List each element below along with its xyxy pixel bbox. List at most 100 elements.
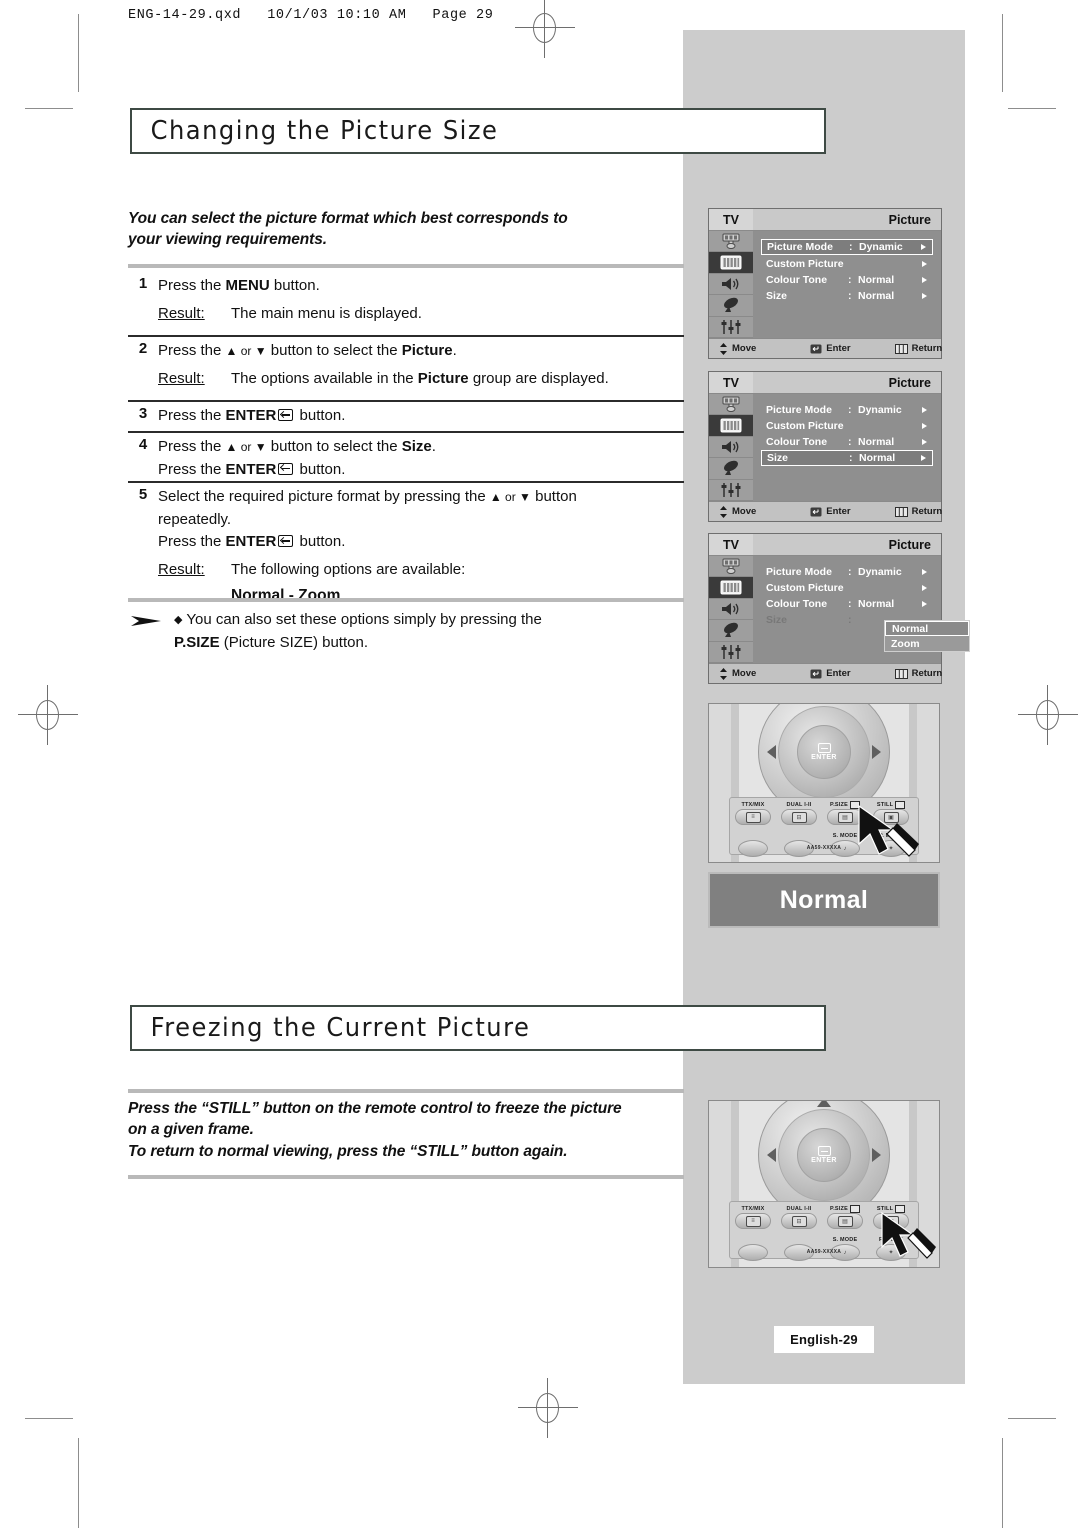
still-icon: ▣ (883, 811, 899, 823)
osd-row-colour-tone[interactable]: Colour Tone : Normal (761, 434, 933, 449)
divider-above-note (128, 598, 684, 602)
available-options: Normal - Zoom (231, 587, 341, 604)
osd-row-label: Custom Picture (766, 581, 844, 594)
dpad-right-icon[interactable] (872, 745, 881, 759)
intro-line-2: your viewing requirements. (128, 231, 327, 249)
step-text-mid: button to select the (266, 342, 402, 359)
chevron-right-icon (922, 422, 927, 429)
note-line-2: (Picture SIZE) button. (219, 633, 368, 651)
freeze-line-2: on a given frame. (128, 1121, 254, 1139)
enter-icon (817, 743, 831, 753)
osd-icon-setup[interactable] (709, 317, 753, 339)
osd-icon-input[interactable] (709, 231, 753, 253)
remote-button-pmode[interactable]: P. MODE ✦ (868, 832, 914, 857)
remote-button-pmode[interactable]: P. MODE ✦ (868, 1236, 914, 1261)
osd-row-label: Custom Picture (766, 419, 844, 432)
freeze-line-3: To return to normal viewing, press the “… (128, 1142, 568, 1160)
osd-icon-input[interactable] (709, 394, 753, 416)
chevron-right-icon (922, 406, 927, 413)
osd-help-enter: Enter (810, 343, 851, 354)
step-text-tail: . (452, 342, 457, 359)
menu-button-label: MENU (225, 277, 270, 294)
osd-icon-setup[interactable] (709, 480, 753, 502)
dpad-right-icon[interactable] (872, 1148, 881, 1162)
updown-arrow-icon: ▲ or ▼ (225, 440, 267, 454)
remote-button-dual[interactable]: DUAL I-II ⊟ (776, 801, 822, 825)
psize-glyph-icon (849, 1205, 860, 1213)
result-label: Result: (158, 304, 205, 322)
chevron-right-icon (922, 260, 927, 267)
dpad-left-icon[interactable] (767, 1148, 776, 1162)
crop-mark-right-upper (1008, 108, 1056, 109)
remote-button-label: TTX/MIX (741, 1206, 765, 1212)
osd-titlebar: TV Picture (709, 372, 941, 394)
remote-button-psize[interactable]: P.SIZE ▤ (822, 1205, 868, 1229)
osd-help-return-label: Return (911, 506, 943, 517)
osd-help-return: Return (894, 343, 942, 354)
chevron-right-icon (921, 244, 926, 250)
crop-mark-right-top (1002, 14, 1003, 92)
size-option-normal[interactable]: Normal (885, 621, 969, 636)
osd-icon-input[interactable] (709, 556, 753, 578)
osd-row-custom-picture[interactable]: Custom Picture (761, 256, 933, 271)
osd-row-picture-mode[interactable]: Picture Mode : Dynamic (761, 239, 933, 255)
crop-mark-left-bottom (78, 1438, 79, 1528)
dpad-up-icon[interactable] (817, 1101, 831, 1107)
osd-icon-channel[interactable] (709, 458, 753, 480)
osd-row-colour-tone[interactable]: Colour Tone : Normal (761, 272, 933, 287)
enter-button-label: ENTER (811, 754, 837, 761)
step-number: 4 (138, 436, 148, 453)
osd-menu-title: Picture (888, 537, 931, 552)
osd-help-enter: Enter (810, 668, 851, 679)
section-heading-freezing-current-picture: Freezing the Current Picture (130, 1005, 826, 1051)
step-text: Select the required picture format by pr… (158, 488, 490, 505)
osd-icon-picture[interactable] (709, 577, 753, 599)
updown-arrow-icon: ▲ or ▼ (489, 490, 531, 504)
osd-row-colon: : (848, 597, 852, 610)
remote-button-psize[interactable]: P.SIZE ▤ (822, 801, 868, 825)
remote-model-number: AA59-XXXXA (806, 845, 842, 851)
remote-button-blank-1[interactable] (730, 1236, 776, 1261)
osd-row-colon: : (848, 435, 852, 448)
osd-icon-sound[interactable] (709, 599, 753, 621)
osd-icon-channel[interactable] (709, 620, 753, 642)
enter-button[interactable]: ENTER (797, 725, 851, 779)
step-text-tail: button (530, 488, 577, 505)
osd-help-return-label: Return (911, 668, 943, 679)
remote-button-blank-1[interactable] (730, 832, 776, 857)
size-option-zoom[interactable]: Zoom (885, 636, 969, 651)
remote-button-label: P. MODE (879, 1237, 903, 1243)
osd-row-size[interactable]: Size : Normal (761, 288, 933, 303)
remote-button-ttx-mix[interactable]: TTX/MIX ≡ (730, 1205, 776, 1229)
remote-button-still[interactable]: STILL ▣ (868, 1205, 914, 1229)
psize-icon: ▤ (837, 811, 853, 823)
updown-arrow-icon: ▲ or ▼ (225, 344, 267, 358)
osd-icon-sound[interactable] (709, 274, 753, 296)
osd-row-picture-mode[interactable]: Picture Mode : Dynamic (761, 564, 933, 579)
remote-button-still[interactable]: STILL ▣ (868, 801, 914, 825)
osd-row-picture-mode[interactable]: Picture Mode : Dynamic (761, 402, 933, 417)
enter-button[interactable]: ENTER (797, 1128, 851, 1182)
psize-icon: ▤ (837, 1215, 853, 1227)
pmode-icon: ✦ (888, 1250, 894, 1256)
dpad-up-icon[interactable] (817, 703, 831, 704)
osd-icon-picture[interactable] (709, 252, 753, 274)
osd-icon-channel[interactable] (709, 295, 753, 317)
dual-icon: ⊟ (791, 811, 807, 823)
remote-button-ttx-mix[interactable]: TTX/MIX ≡ (730, 801, 776, 825)
chevron-right-icon (922, 438, 927, 445)
osd-row-custom-picture[interactable]: Custom Picture (761, 418, 933, 433)
osd-row-colon: : (849, 452, 853, 464)
osd-icon-sound[interactable] (709, 437, 753, 459)
remote-button-dual[interactable]: DUAL I-II ⊟ (776, 1205, 822, 1229)
dpad-left-icon[interactable] (767, 745, 776, 759)
osd-row-custom-picture[interactable]: Custom Picture (761, 580, 933, 595)
osd-help-enter: Enter (810, 506, 851, 517)
osd-help-return: Return (894, 506, 943, 517)
osd-row-size[interactable]: Size : Normal (761, 450, 933, 466)
step-text-3-tail: button. (295, 533, 346, 550)
osd-icon-setup[interactable] (709, 642, 753, 664)
osd-row-colour-tone[interactable]: Colour Tone : Normal (761, 596, 933, 611)
size-options-popup[interactable]: Normal Zoom (884, 620, 970, 652)
osd-icon-picture[interactable] (709, 415, 753, 437)
